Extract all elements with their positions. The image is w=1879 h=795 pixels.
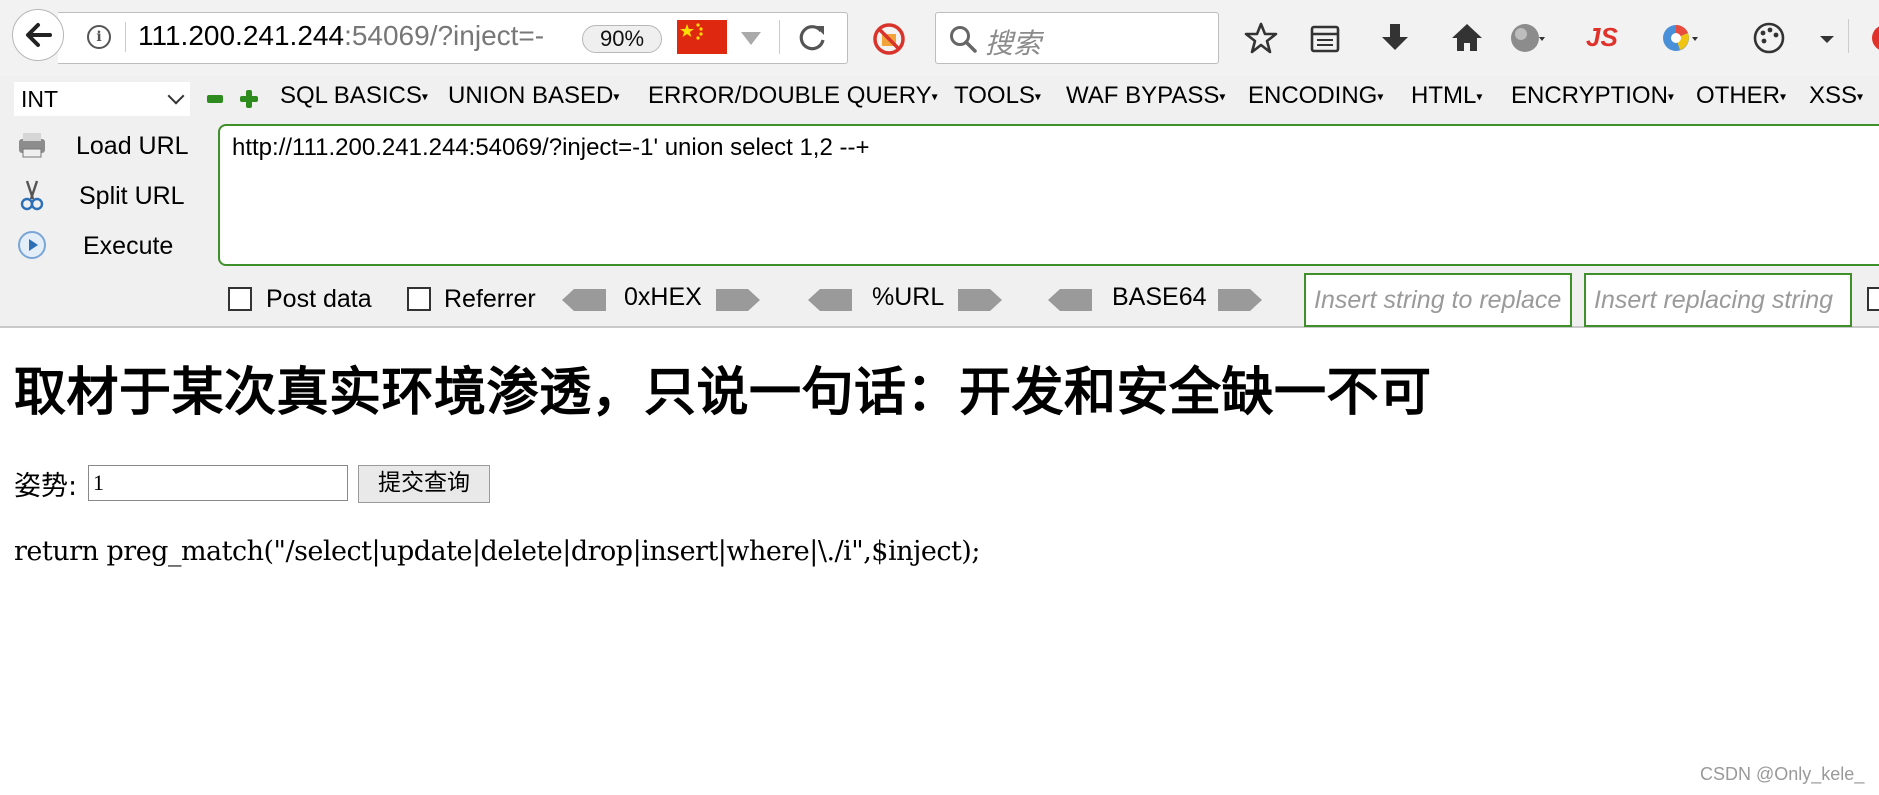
- url-path: :54069/?inject=-: [344, 20, 545, 51]
- search-placeholder: 搜索: [985, 27, 1042, 60]
- reload-icon[interactable]: [796, 22, 828, 54]
- js-addon-icon[interactable]: JS: [1586, 22, 1632, 60]
- menu-html[interactable]: HTML▾: [1411, 82, 1482, 110]
- replace-checkbox[interactable]: [1867, 287, 1879, 311]
- menu-xss[interactable]: XSS▾: [1809, 82, 1863, 110]
- hex-label: 0xHEX: [624, 283, 702, 311]
- hackbar-url-textarea[interactable]: http://111.200.241.244:54069/?inject=-1'…: [218, 124, 1879, 266]
- download-icon[interactable]: [1376, 19, 1414, 57]
- load-url-button[interactable]: Load URL: [14, 126, 214, 166]
- url-text[interactable]: 111.200.241.244:54069/?inject=-: [138, 20, 570, 52]
- url-decode-arrow-icon[interactable]: [806, 287, 854, 313]
- form-label: 姿势:: [14, 471, 78, 502]
- menu-sql-basics[interactable]: SQL BASICS▾: [280, 82, 428, 110]
- hex-encode-arrow-icon[interactable]: [714, 287, 762, 313]
- minus-icon[interactable]: [207, 95, 223, 103]
- home-icon[interactable]: [1448, 19, 1486, 57]
- search-icon: [950, 26, 977, 53]
- split-url-button[interactable]: Split URL: [14, 176, 214, 216]
- referrer-label: Referrer: [444, 285, 536, 313]
- menu-union-based[interactable]: UNION BASED▾: [448, 82, 619, 110]
- palette-icon[interactable]: [1750, 19, 1788, 57]
- execute-label: Execute: [83, 232, 174, 260]
- base64-encode-arrow-icon[interactable]: [1216, 287, 1264, 313]
- url-encoding-label: %URL: [872, 283, 945, 311]
- split-url-label: Split URL: [79, 182, 185, 210]
- site-info-icon[interactable]: i: [87, 25, 111, 49]
- menu-waf-bypass[interactable]: WAF BYPASS▾: [1066, 82, 1225, 110]
- load-url-icon: [19, 133, 45, 158]
- divider: [779, 20, 780, 54]
- menu-error-double-query[interactable]: ERROR/DOUBLE QUERY▾: [648, 82, 938, 110]
- china-flag-icon[interactable]: [677, 20, 727, 54]
- hex-decode-arrow-icon[interactable]: [560, 287, 608, 313]
- divider: [125, 22, 126, 52]
- plus-icon[interactable]: [239, 89, 259, 109]
- base64-label: BASE64: [1112, 283, 1207, 311]
- divider: [1848, 19, 1849, 53]
- execute-button[interactable]: Execute: [14, 226, 214, 266]
- replacing-string-input[interactable]: Insert replacing string: [1584, 273, 1852, 327]
- no-script-addon-icon[interactable]: [872, 22, 906, 56]
- play-icon: [18, 231, 46, 259]
- back-arrow-icon: [26, 23, 52, 47]
- post-data-checkbox[interactable]: [228, 287, 252, 311]
- url-host: 111.200.241.244: [138, 20, 345, 51]
- dropdown-arrow-icon[interactable]: [741, 32, 761, 45]
- inject-input[interactable]: [88, 465, 348, 501]
- scissors-icon: [20, 180, 44, 211]
- load-url-label: Load URL: [76, 132, 189, 160]
- base64-decode-arrow-icon[interactable]: [1046, 287, 1094, 313]
- overflow-menu-arrow-icon[interactable]: [1808, 19, 1846, 57]
- watermark: CSDN @Only_kele_: [1700, 764, 1865, 784]
- page-title: 取材于某次真实环境渗透，只说一句话：开发和安全缺一不可: [14, 363, 1432, 423]
- navigation-toolbar: i 111.200.241.244:54069/?inject=- 90% 搜索…: [0, 0, 1879, 76]
- referrer-checkbox[interactable]: [407, 287, 431, 311]
- menu-encryption[interactable]: ENCRYPTION▾: [1511, 82, 1674, 110]
- back-button[interactable]: [12, 9, 64, 61]
- bookmark-star-icon[interactable]: [1242, 19, 1280, 57]
- submit-query-button[interactable]: 提交查询: [358, 465, 490, 503]
- menu-encoding[interactable]: ENCODING▾: [1248, 82, 1383, 110]
- int-select[interactable]: INT: [14, 82, 190, 116]
- globe-addon-icon[interactable]: [1508, 19, 1546, 57]
- chrome-addon-icon[interactable]: [1660, 19, 1698, 57]
- post-data-label: Post data: [266, 285, 372, 313]
- profile-addon-icon[interactable]: [1866, 19, 1879, 57]
- menu-tools[interactable]: TOOLS▾: [954, 82, 1041, 110]
- zoom-level-badge[interactable]: 90%: [582, 25, 662, 53]
- reading-list-icon[interactable]: [1306, 19, 1344, 57]
- menu-other[interactable]: OTHER▾: [1696, 82, 1786, 110]
- source-code-line: return preg_match("/select|update|delete…: [14, 536, 980, 567]
- replace-string-input[interactable]: Insert string to replace: [1304, 273, 1572, 327]
- url-encode-arrow-icon[interactable]: [956, 287, 1004, 313]
